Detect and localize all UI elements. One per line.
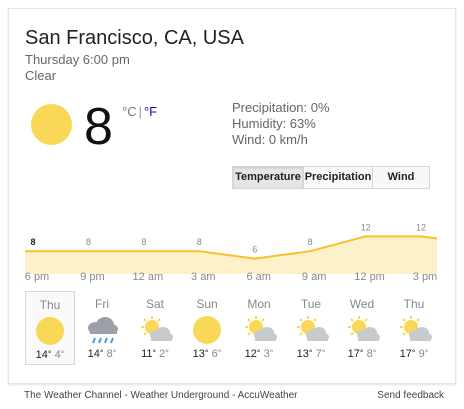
forecast-day-name: Mon (247, 297, 271, 311)
degree-symbol: ° (256, 348, 261, 358)
partly-cloudy-icon (241, 315, 277, 345)
forecast-day[interactable]: Sat 11° 2° (130, 291, 180, 365)
unit-toggle: °C | °F (122, 104, 157, 119)
x-axis-tick-label: 12 am (132, 271, 164, 283)
temperature-point-label: 6 (252, 245, 257, 255)
degree-symbol: ° (359, 348, 364, 358)
forecast-day-name: Sat (145, 297, 164, 311)
x-axis-tick-label: 9 pm (80, 271, 105, 283)
temperature-point-label: 8 (141, 237, 146, 247)
temperature-chart-svg: 8 8 8 8 6 8 12 12 (25, 222, 437, 274)
unit-separator: | (138, 104, 142, 119)
partly-cloudy-icon (293, 315, 329, 345)
weather-details: Precipitation: 0% Humidity: 63% Wind: 0 … (232, 100, 330, 148)
x-axis-tick-label: 12 pm (354, 271, 385, 283)
forecast-high: 13 (296, 348, 309, 360)
temperature-point-label: 8 (30, 237, 35, 247)
degree-symbol: ° (308, 348, 313, 358)
tab-wind[interactable]: Wind (373, 167, 429, 188)
tab-temperature[interactable]: Temperature (233, 167, 304, 188)
forecast-high: 11 (141, 348, 153, 360)
forecast-high: 14 (87, 348, 100, 360)
x-axis-tick-label: 6 am (246, 271, 271, 283)
forecast-day-temps: 12° 3° (234, 348, 284, 360)
forecast-day[interactable]: Mon 12° 3° (234, 291, 284, 365)
current-datetime: Thursday 6:00 pm (25, 52, 130, 67)
daily-forecast: Thu 14° 4° Fri 14° 8° Sat 11° 2° Sun 13° 6° Mon 1… (25, 291, 445, 367)
forecast-day-name: Thu (403, 297, 425, 311)
celsius-toggle[interactable]: °C (122, 104, 137, 119)
forecast-day-name: Tue (300, 297, 322, 311)
sun-icon (32, 316, 68, 346)
sun-icon (189, 315, 225, 345)
forecast-day-name: Sun (196, 297, 218, 311)
forecast-day[interactable]: Wed 17° 8° (337, 291, 387, 365)
degree-symbol: ° (217, 348, 222, 358)
weather-card: San Francisco, CA, USA Thursday 6:00 pm … (8, 8, 456, 384)
forecast-day-temps: 13° 6° (182, 348, 232, 360)
forecast-day[interactable]: Thu 17° 9° (389, 291, 439, 365)
weather-sources[interactable]: The Weather Channel - Weather Undergroun… (24, 390, 297, 401)
precipitation-detail: Precipitation: 0% (232, 100, 330, 115)
temperature-point-label: 12 (361, 222, 371, 232)
forecast-day-temps: 14° 8° (77, 348, 127, 360)
forecast-day-temps: 11° 2° (130, 348, 180, 360)
rain-icon (84, 315, 120, 345)
x-axis-tick-label: 9 am (301, 271, 327, 283)
forecast-high: 14 (35, 349, 48, 361)
forecast-high: 17 (399, 348, 412, 360)
partly-cloudy-icon (396, 315, 432, 345)
x-axis-tick-label: 3 am (191, 271, 216, 283)
forecast-day-temps: 14° 4° (26, 349, 74, 361)
forecast-high: 12 (244, 348, 257, 360)
degree-symbol: ° (269, 348, 274, 358)
forecast-day[interactable]: Thu 14° 4° (25, 291, 75, 365)
degree-symbol: ° (321, 348, 326, 358)
location-title: San Francisco, CA, USA (25, 27, 244, 49)
degree-symbol: ° (424, 348, 429, 358)
forecast-day-name: Fri (95, 297, 109, 311)
forecast-day[interactable]: Fri 14° 8° (77, 291, 127, 365)
degree-symbol: ° (204, 348, 209, 358)
temperature-point-label: 8 (86, 237, 91, 247)
temperature-point-label: 12 (416, 222, 426, 232)
degree-symbol: ° (112, 348, 117, 358)
degree-symbol: ° (152, 348, 157, 358)
degree-symbol: ° (99, 348, 104, 358)
chart-x-axis: 6 pm 9 pm 12 am 3 am 6 am 9 am 12 pm 3 pm (25, 271, 437, 287)
forecast-day[interactable]: Sun 13° 6° (182, 291, 232, 365)
temperature-point-label: 8 (197, 237, 202, 247)
x-axis-tick-label: 3 pm (412, 271, 438, 283)
temperature-point-label: 8 (308, 237, 313, 247)
degree-symbol: ° (372, 348, 377, 358)
forecast-high: 13 (192, 348, 205, 360)
partly-cloudy-icon (344, 315, 380, 345)
x-axis-tick-label: 6 pm (24, 271, 50, 283)
partly-cloudy-icon (137, 315, 173, 345)
temperature-chart: 8 8 8 8 6 8 12 12 (25, 214, 437, 274)
forecast-high: 17 (347, 348, 360, 360)
forecast-day-name: Thu (39, 298, 61, 312)
degree-symbol: ° (411, 348, 416, 358)
forecast-day[interactable]: Tue 13° 7° (286, 291, 336, 365)
degree-symbol: ° (165, 348, 169, 358)
current-temperature: 8 (84, 98, 113, 156)
chart-tabs: Temperature Precipitation Wind (232, 166, 430, 189)
forecast-day-temps: 13° 7° (286, 348, 336, 360)
forecast-day-temps: 17° 9° (389, 348, 439, 360)
tab-precipitation[interactable]: Precipitation (304, 167, 373, 188)
send-feedback-link[interactable]: Send feedback (377, 390, 444, 401)
forecast-day-temps: 17° 8° (337, 348, 387, 360)
degree-symbol: ° (47, 349, 52, 359)
wind-detail: Wind: 0 km/h (232, 132, 308, 147)
humidity-detail: Humidity: 63% (232, 116, 316, 131)
sun-icon (31, 104, 72, 145)
degree-symbol: ° (60, 349, 65, 359)
current-condition: Clear (25, 68, 57, 83)
fahrenheit-toggle[interactable]: °F (144, 104, 157, 119)
forecast-day-name: Wed (349, 297, 375, 311)
